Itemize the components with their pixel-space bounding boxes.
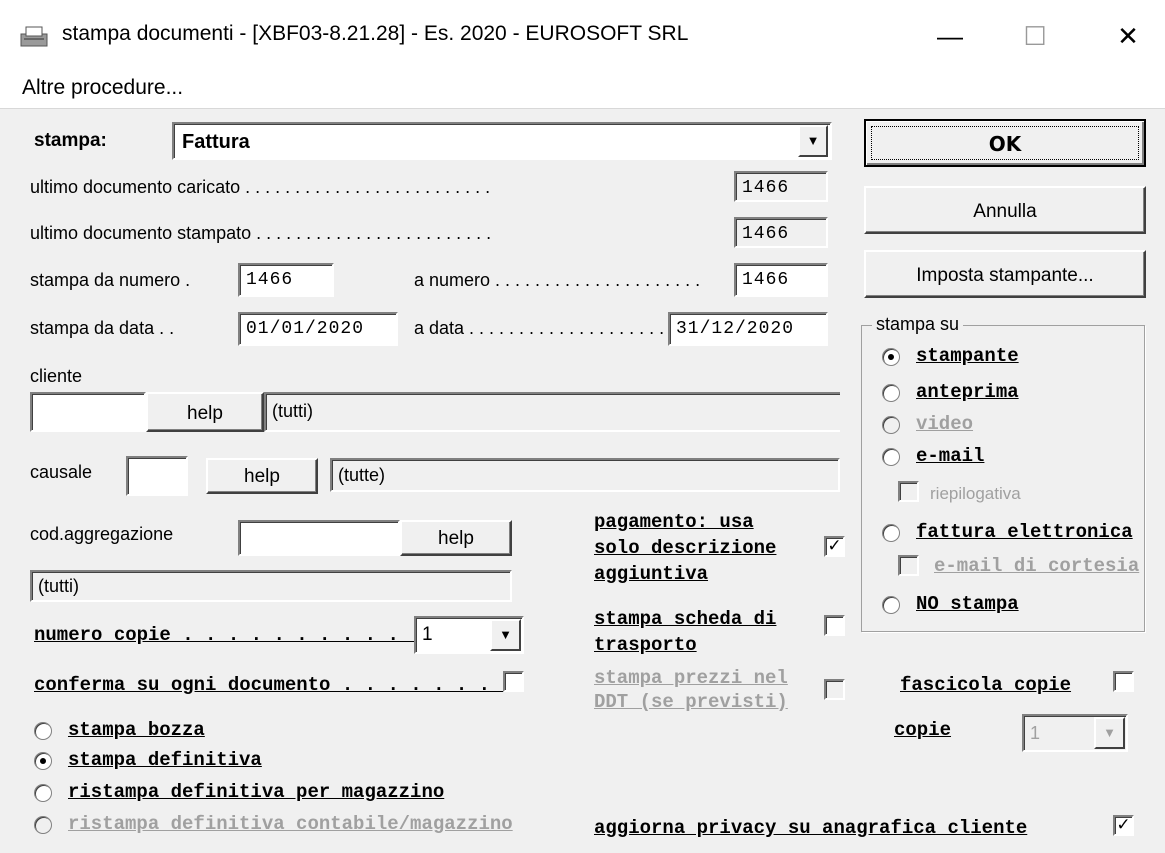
radio-stampa-bozza[interactable] bbox=[34, 722, 52, 740]
causale-description: (tutte) bbox=[330, 458, 840, 492]
cliente-help-button[interactable]: help bbox=[146, 392, 264, 432]
anteprima-label[interactable]: anteprima bbox=[916, 381, 1019, 403]
conferma-checkbox[interactable] bbox=[503, 671, 524, 692]
cliente-label: cliente bbox=[30, 366, 83, 386]
stampante-label[interactable]: stampante bbox=[916, 345, 1019, 367]
ristampa-magazzino-label[interactable]: ristampa definitiva per magazzino bbox=[68, 781, 444, 803]
title-bar: stampa documenti - [XBF03-8.21.28] - Es.… bbox=[0, 0, 1165, 68]
no-stampa-label[interactable]: NO stampa bbox=[916, 593, 1019, 615]
privacy-label: aggiorna privacy su anagrafica cliente bbox=[594, 817, 1028, 839]
causale-help-button[interactable]: help bbox=[206, 458, 318, 494]
ultimo-stampato-field: 1466 bbox=[734, 217, 828, 248]
stampa-dropdown-arrow[interactable]: ▼ bbox=[798, 125, 828, 157]
ok-button[interactable]: OK bbox=[864, 119, 1146, 167]
menu-bar: Altre procedure... bbox=[0, 68, 1165, 108]
imposta-stampante-button[interactable]: Imposta stampante... bbox=[864, 250, 1146, 298]
causale-input[interactable] bbox=[126, 456, 188, 496]
causale-label: causale bbox=[30, 462, 93, 482]
radio-anteprima[interactable] bbox=[882, 384, 900, 402]
minimize-button[interactable]: — bbox=[920, 14, 980, 58]
pagamento-label-1: pagamento: usa bbox=[594, 511, 754, 533]
cliente-description: (tutti) bbox=[264, 392, 840, 432]
fascicola-copie-label: fascicola copie bbox=[900, 674, 1072, 696]
da-numero-label: stampa da numero . bbox=[30, 270, 191, 290]
a-data-label: a data . . . . . . . . . . . . . . . . .… bbox=[414, 318, 695, 338]
email-cortesia-label: e-mail di cortesia bbox=[934, 555, 1140, 577]
prezzi-ddt-label-1: stampa prezzi nel bbox=[594, 667, 788, 689]
aggregazione-input[interactable] bbox=[238, 520, 400, 556]
stampa-su-label: stampa su bbox=[872, 314, 964, 335]
riepilogativa-checkbox bbox=[898, 481, 919, 502]
privacy-checkbox[interactable]: ✓ bbox=[1113, 815, 1134, 836]
aggregazione-label: cod.aggregazione bbox=[30, 524, 174, 544]
pagamento-label-3: aggiuntiva bbox=[594, 563, 709, 585]
radio-stampante[interactable] bbox=[882, 348, 900, 366]
copie-dropdown-arrow: ▼ bbox=[1094, 717, 1125, 749]
conferma-label: conferma su ogni documento . . . . . . .… bbox=[34, 674, 513, 696]
stampa-definitiva-label[interactable]: stampa definitiva bbox=[68, 749, 262, 771]
annulla-button[interactable]: Annulla bbox=[864, 186, 1146, 234]
radio-fattura-elettronica[interactable] bbox=[882, 524, 900, 542]
printer-icon bbox=[20, 26, 48, 47]
menu-divider bbox=[0, 108, 1165, 109]
prezzi-ddt-checkbox bbox=[824, 679, 845, 700]
scheda-trasporto-checkbox[interactable] bbox=[824, 615, 845, 636]
riepilogativa-label: riepilogativa bbox=[930, 484, 1021, 503]
pagamento-label-2: solo descrizione bbox=[594, 537, 777, 559]
da-data-input[interactable]: 01/01/2020 bbox=[238, 312, 398, 346]
a-numero-label: a numero . . . . . . . . . . . . . . . .… bbox=[414, 270, 701, 290]
scheda-trasporto-label-1: stampa scheda di bbox=[594, 608, 777, 630]
radio-ristampa-magazzino[interactable] bbox=[34, 784, 52, 802]
copie-label: copie bbox=[894, 719, 952, 741]
prezzi-ddt-label-2: DDT (se previsti) bbox=[594, 691, 788, 713]
stampa-bozza-label[interactable]: stampa bozza bbox=[68, 719, 205, 741]
pagamento-checkbox[interactable]: ✓ bbox=[824, 536, 845, 557]
ultimo-stampato-label: ultimo documento stampato . . . . . . . … bbox=[30, 223, 492, 243]
radio-email[interactable] bbox=[882, 448, 900, 466]
a-data-input[interactable]: 31/12/2020 bbox=[668, 312, 828, 346]
email-cortesia-checkbox bbox=[898, 555, 919, 576]
menu-altre-procedure[interactable]: Altre procedure... bbox=[22, 76, 183, 100]
da-data-label: stampa da data . . bbox=[30, 318, 175, 338]
stampa-select[interactable]: Fattura bbox=[172, 122, 832, 160]
ristampa-contabile-label: ristampa definitiva contabile/magazzino bbox=[68, 813, 513, 835]
radio-ristampa-contabile bbox=[34, 816, 52, 834]
radio-no-stampa[interactable] bbox=[882, 596, 900, 614]
aggregazione-help-button[interactable]: help bbox=[400, 520, 512, 556]
numero-copie-dropdown-arrow[interactable]: ▼ bbox=[490, 619, 521, 651]
ultimo-caricato-field: 1466 bbox=[734, 171, 828, 202]
scheda-trasporto-label-2: trasporto bbox=[594, 634, 697, 656]
cliente-input[interactable] bbox=[30, 392, 146, 432]
close-button[interactable]: ✕ bbox=[1098, 14, 1158, 58]
fascicola-copie-checkbox[interactable] bbox=[1113, 671, 1134, 692]
ultimo-caricato-label: ultimo documento caricato . . . . . . . … bbox=[30, 177, 491, 197]
fattura-elettronica-label[interactable]: fattura elettronica bbox=[916, 521, 1133, 543]
maximize-button[interactable]: ☐ bbox=[1005, 14, 1065, 58]
radio-stampa-definitiva[interactable] bbox=[34, 752, 52, 770]
stampa-label: stampa: bbox=[34, 130, 107, 151]
aggregazione-description: (tutti) bbox=[30, 570, 512, 602]
window-title: stampa documenti - [XBF03-8.21.28] - Es.… bbox=[62, 22, 689, 45]
da-numero-input[interactable]: 1466 bbox=[238, 263, 334, 297]
a-numero-input[interactable]: 1466 bbox=[734, 263, 828, 297]
radio-video bbox=[882, 416, 900, 434]
video-label: video bbox=[916, 413, 974, 435]
email-label[interactable]: e-mail bbox=[916, 445, 984, 467]
stampa-su-group bbox=[861, 325, 1145, 632]
